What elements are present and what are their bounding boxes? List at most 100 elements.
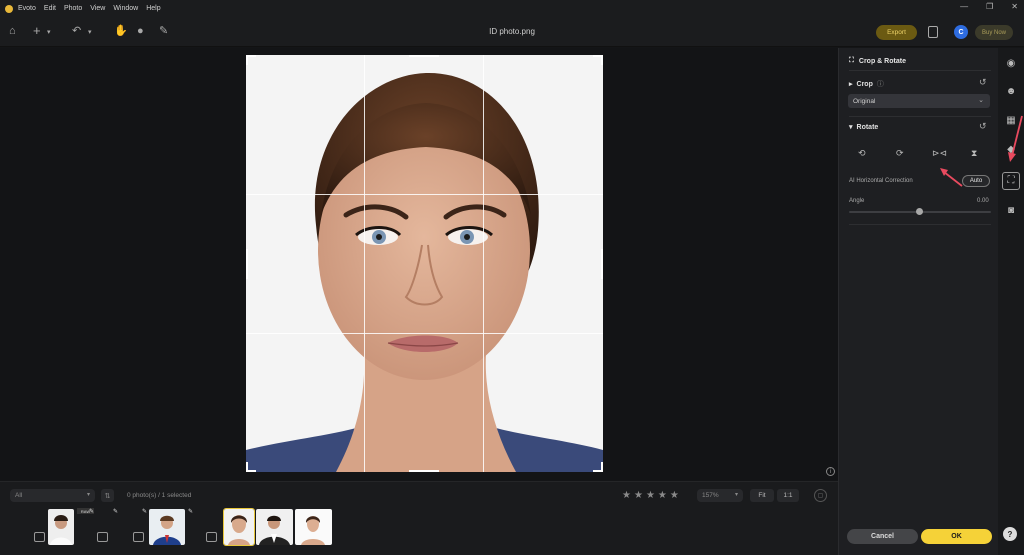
menu-view[interactable]: View xyxy=(90,5,105,12)
rotate-section-header[interactable]: ▾ Rotate xyxy=(849,123,879,132)
crop-handle-right[interactable] xyxy=(601,249,603,279)
rating-stars[interactable]: ★ ★ ★ ★ ★ xyxy=(622,490,679,501)
star-icon[interactable]: ★ xyxy=(622,490,631,501)
menu-photo[interactable]: Photo xyxy=(64,5,82,12)
flip-horizontal-icon[interactable]: ⊳⊲ xyxy=(932,148,947,159)
edit-icon: ✎ xyxy=(113,509,119,515)
camera-icon[interactable]: ◙ xyxy=(1005,205,1017,217)
fit-button[interactable]: Fit xyxy=(750,489,774,502)
crop-handle-bottom[interactable] xyxy=(409,470,439,472)
rotate-reset-icon[interactable]: ↺ xyxy=(979,121,987,132)
brush-icon[interactable]: ✎ xyxy=(159,25,168,37)
rotate-right-icon[interactable]: ⟳ xyxy=(896,148,904,159)
menu-help[interactable]: Help xyxy=(146,5,160,12)
heal-icon[interactable]: ● xyxy=(137,25,144,37)
thumbnail-1[interactable] xyxy=(48,509,74,545)
crop-section-header[interactable]: ▸ Crop ⓘ xyxy=(849,79,884,89)
toolbar: ⌂ + ▾ ↶ ▾ ✋ ● ✎ ID photo.png Export C Bu… xyxy=(0,17,1024,47)
add-dropdown-icon[interactable]: ▾ xyxy=(47,27,51,39)
edit-icon: ✎ xyxy=(188,509,194,515)
document-title: ID photo.png xyxy=(489,27,535,36)
undo-icon[interactable]: ↶ xyxy=(72,25,81,37)
rotate-section-title: Rotate xyxy=(856,123,879,131)
menu-window[interactable]: Window xyxy=(113,5,138,12)
divider xyxy=(849,116,991,117)
minimize-icon[interactable]: — xyxy=(960,2,968,11)
zoom-dropdown[interactable]: 157% ▾ xyxy=(697,489,743,502)
thumbnail-2[interactable] xyxy=(149,509,185,545)
crop-handle-bottom-right[interactable] xyxy=(593,462,603,472)
avatar[interactable]: C xyxy=(954,25,968,39)
edit-icon: ✎ xyxy=(89,509,95,515)
flip-vertical-icon[interactable]: ⧗ xyxy=(971,148,977,159)
shape-icon[interactable]: ◆ xyxy=(1005,144,1017,156)
grid-line-h2 xyxy=(246,333,603,334)
panel-toggle-icon[interactable] xyxy=(928,26,938,38)
crop-handle-top-left[interactable] xyxy=(246,55,256,65)
crop-reset-icon[interactable]: ↺ xyxy=(979,77,987,88)
chevron-right-icon: ▸ xyxy=(849,81,853,88)
add-icon[interactable]: + xyxy=(33,24,41,37)
title-bar: Evoto Edit Photo View Window Help — ❐ ✕ xyxy=(0,0,1024,17)
cancel-button[interactable]: Cancel xyxy=(847,529,918,544)
ok-button[interactable]: OK xyxy=(921,529,992,544)
ai-horizontal-label: AI Horizontal Correction xyxy=(849,178,913,184)
zoom-value: 157% xyxy=(702,492,719,499)
thumbnail-4[interactable] xyxy=(256,509,293,545)
image-placeholder-icon xyxy=(133,532,144,542)
crop-handle-top[interactable] xyxy=(409,55,439,57)
crop-rotate-icon: ⛶ xyxy=(849,57,854,64)
star-icon[interactable]: ★ xyxy=(646,490,655,501)
edit-icon: ✎ xyxy=(142,509,148,515)
sort-icon[interactable]: ⇅ xyxy=(101,489,114,502)
filter-dropdown[interactable]: All ▾ xyxy=(10,489,95,502)
one-to-one-button[interactable]: 1:1 xyxy=(777,489,799,502)
crop-rotate-panel: ⛶ Crop & Rotate ▸ Crop ⓘ ↺ Original ⌄ ▾ … xyxy=(838,48,998,555)
thumbnail-5[interactable] xyxy=(295,509,332,545)
export-button[interactable]: Export xyxy=(876,25,917,40)
help-circle-icon[interactable]: ⓘ xyxy=(877,79,884,89)
crop-tool-icon[interactable]: ⛶ xyxy=(1005,175,1017,187)
grid-line-v2 xyxy=(483,55,484,472)
angle-slider-thumb[interactable] xyxy=(916,208,923,215)
chevron-down-icon: ⌄ xyxy=(978,97,984,104)
expand-icon[interactable]: ▢ xyxy=(814,489,827,502)
portrait-image xyxy=(246,55,603,472)
angle-value: 0.00 xyxy=(977,198,989,204)
background-icon[interactable]: ▦ xyxy=(1005,115,1017,127)
star-icon[interactable]: ★ xyxy=(670,490,679,501)
home-icon[interactable]: ⌂ xyxy=(9,25,16,37)
filter-value: All xyxy=(15,492,23,499)
face-icon[interactable]: ☻ xyxy=(1005,86,1017,98)
info-icon[interactable]: i xyxy=(826,467,835,476)
crop-ratio-value: Original xyxy=(853,97,876,105)
hand-icon[interactable]: ✋ xyxy=(114,25,128,37)
angle-label: Angle xyxy=(849,198,865,204)
star-icon[interactable]: ★ xyxy=(658,490,667,501)
crop-handle-bottom-left[interactable] xyxy=(246,462,256,472)
menu-app[interactable]: Evoto xyxy=(18,5,36,12)
undo-dropdown-icon[interactable]: ▾ xyxy=(88,27,92,39)
auto-button[interactable]: Auto xyxy=(962,175,990,187)
buy-now-button[interactable]: Buy Now xyxy=(975,25,1013,40)
divider xyxy=(849,224,991,225)
thumbnail-3-selected[interactable] xyxy=(223,508,255,546)
crop-handle-top-right[interactable] xyxy=(593,55,603,65)
close-icon[interactable]: ✕ xyxy=(1011,2,1018,11)
crop-handle-left[interactable] xyxy=(246,249,248,279)
panel-title: Crop & Rotate xyxy=(858,57,906,65)
chevron-down-icon: ▾ xyxy=(734,492,738,498)
palette-icon[interactable]: ◉ xyxy=(1005,58,1017,70)
menu-edit[interactable]: Edit xyxy=(44,5,56,12)
image-placeholder-icon xyxy=(206,532,217,542)
crop-ratio-select[interactable]: Original ⌄ xyxy=(848,94,990,108)
help-icon[interactable]: ? xyxy=(1003,527,1017,541)
chevron-down-icon: ▾ xyxy=(849,124,853,131)
photo-preview[interactable] xyxy=(246,55,603,472)
crop-section-title: Crop xyxy=(856,80,873,88)
star-icon[interactable]: ★ xyxy=(634,490,643,501)
rotate-left-icon[interactable]: ⟲ xyxy=(858,148,866,159)
divider xyxy=(849,70,991,71)
restore-icon[interactable]: ❐ xyxy=(986,2,993,11)
filmstrip: All ▾ ⇅ 0 photo(s) / 1 selected ★ ★ ★ ★ … xyxy=(0,481,838,555)
